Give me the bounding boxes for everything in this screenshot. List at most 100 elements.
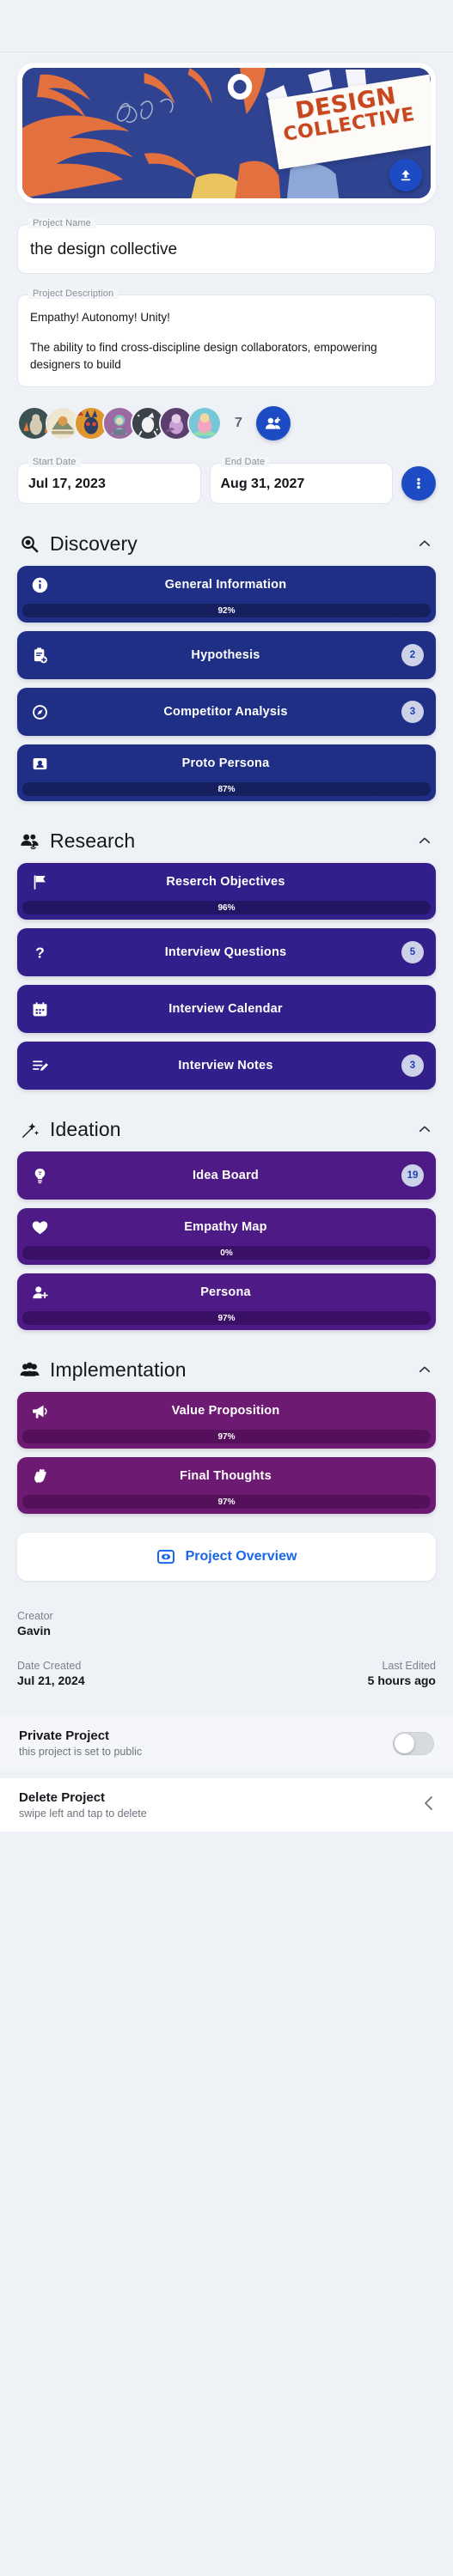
card-label: Idea Board	[193, 1169, 259, 1183]
chevron-up-icon[interactable]	[417, 833, 432, 848]
card-persona[interactable]: Persona 97%	[17, 1273, 436, 1331]
card-interview-calendar[interactable]: Interview Calendar	[17, 985, 436, 1034]
card-row: Idea Board 19	[17, 1157, 436, 1194]
card-label: Reserch Objectives	[166, 875, 285, 890]
card-progress: 92%	[22, 604, 431, 618]
chevron-left-icon[interactable]	[422, 1795, 434, 1815]
implementation-people-icon	[20, 1362, 39, 1376]
section-header-discovery[interactable]: Discovery	[0, 526, 453, 561]
card-label: Interview Questions	[164, 945, 287, 960]
upload-image-button[interactable]	[389, 159, 422, 191]
card-row: Interview Notes 3	[17, 1047, 436, 1084]
start-date-value[interactable]: Jul 17, 2023	[28, 477, 190, 492]
date-options-button[interactable]	[401, 466, 436, 501]
megaphone-icon	[29, 1400, 50, 1421]
add-member-button[interactable]	[255, 406, 291, 441]
chevron-up-icon[interactable]	[417, 1362, 432, 1377]
lightbulb-icon	[34, 1168, 45, 1184]
last-edited-label: Last Edited	[382, 1660, 436, 1673]
calendar-icon	[33, 1002, 46, 1017]
project-name-field[interactable]: Project Name the design collective	[17, 218, 436, 274]
card-row: Interview Calendar	[17, 990, 436, 1028]
section-cards-implementation: Value Proposition 97% Final Thoughts 97%	[0, 1392, 453, 1515]
calendar-icon	[29, 999, 50, 1019]
flag-icon	[29, 872, 50, 892]
card-label: Value Proposition	[171, 1404, 280, 1419]
discovery-search-icon	[19, 533, 40, 554]
eye-preview-icon	[156, 1547, 175, 1566]
section-header-research[interactable]: Research	[0, 823, 453, 858]
card-badge: 5	[401, 941, 424, 964]
private-project-row[interactable]: Private Project this project is set to p…	[0, 1716, 453, 1770]
project-banner-card[interactable]: DESIGN COLLECTIVE	[17, 63, 436, 204]
project-name-value[interactable]: the design collective	[30, 239, 423, 261]
card-label: Final Thoughts	[180, 1469, 272, 1484]
card-row: Hypothesis 2	[17, 636, 436, 674]
card-interview-questions[interactable]: ? Interview Questions 5	[17, 928, 436, 977]
section-cards-ideation: Idea Board 19 Empathy Map 0% Persona 97%	[0, 1151, 453, 1331]
card-progress: 97%	[22, 1311, 431, 1326]
card-label: Persona	[200, 1285, 251, 1300]
project-description-label: Project Description	[28, 288, 119, 299]
card-progress: 87%	[22, 782, 431, 797]
card-empathy-map[interactable]: Empathy Map 0%	[17, 1208, 436, 1266]
section-cards-discovery: General Information 92% Hypothesis 2 Competi…	[0, 566, 453, 802]
creator-label: Creator	[17, 1610, 53, 1623]
lightbulb-icon	[29, 1165, 50, 1186]
card-idea-board[interactable]: Idea Board 19	[17, 1151, 436, 1200]
card-label: Empathy Map	[184, 1220, 267, 1235]
implementation-people-icon	[19, 1359, 40, 1380]
private-project-toggle[interactable]	[393, 1731, 434, 1755]
section-title-ideation: Ideation	[50, 1117, 121, 1140]
card-progress: 97%	[22, 1495, 431, 1510]
card-progress-label: 97%	[217, 1497, 236, 1507]
card-label: General Information	[164, 578, 287, 592]
section-research: Research Reserch Objectives 96%? Interview …	[0, 823, 453, 1091]
delete-project-row[interactable]: Delete Project swipe left and tap to del…	[0, 1778, 453, 1832]
person-add-icon	[32, 1286, 48, 1299]
section-header-ideation[interactable]: Ideation	[0, 1112, 453, 1146]
card-row: Proto Persona	[17, 744, 436, 782]
hand-wave-icon	[34, 1468, 46, 1483]
section-title-research: Research	[50, 829, 136, 852]
chevron-up-icon[interactable]	[417, 1121, 432, 1137]
delete-project-band: Delete Project swipe left and tap to del…	[0, 1778, 453, 1832]
project-overview-button[interactable]: Project Overview	[17, 1533, 436, 1582]
info-icon	[29, 574, 50, 595]
date-created-value: Jul 21, 2024	[17, 1674, 85, 1688]
card-progress: 0%	[22, 1246, 431, 1261]
card-final-thoughts[interactable]: Final Thoughts 97%	[17, 1457, 436, 1515]
card-general-information[interactable]: General Information 92%	[17, 566, 436, 623]
notes-edit-icon	[29, 1055, 50, 1076]
card-hypothesis[interactable]: Hypothesis 2	[17, 631, 436, 680]
end-date-value[interactable]: Aug 31, 2027	[221, 477, 383, 492]
card-row: ? Interview Questions 5	[17, 933, 436, 971]
section-cards-research: Reserch Objectives 96%? Interview Question…	[0, 863, 453, 1091]
end-date-field[interactable]: End Date Aug 31, 2027	[209, 457, 393, 505]
chevron-up-icon[interactable]	[417, 536, 432, 551]
start-date-field[interactable]: Start Date Jul 17, 2023	[17, 457, 201, 505]
card-row: Value Proposition	[17, 1392, 436, 1430]
card-interview-notes[interactable]: Interview Notes 3	[17, 1042, 436, 1091]
card-competitor-analysis[interactable]: Competitor Analysis 3	[17, 688, 436, 737]
ideation-magic-icon	[19, 1119, 40, 1139]
project-overview-label: Project Overview	[185, 1549, 297, 1564]
card-label: Hypothesis	[191, 648, 260, 663]
card-reserch-objectives[interactable]: Reserch Objectives 96%	[17, 863, 436, 920]
project-banner-image[interactable]: DESIGN COLLECTIVE	[22, 68, 431, 198]
member-count: 7	[235, 416, 242, 431]
card-progress: 96%	[22, 901, 431, 915]
project-description-field[interactable]: Project Description Empathy! Autonomy! U…	[17, 288, 436, 388]
heart-icon	[29, 1217, 50, 1237]
section-header-implementation[interactable]: Implementation	[0, 1352, 453, 1387]
avatar[interactable]	[187, 406, 222, 441]
discovery-search-icon	[21, 536, 38, 553]
clipboard-add-icon	[29, 645, 50, 665]
start-date-label: Start Date	[28, 457, 81, 468]
bottom-spacer	[0, 1832, 453, 1935]
compass-icon	[32, 705, 47, 720]
card-proto-persona[interactable]: Proto Persona 87%	[17, 744, 436, 802]
section-implementation: Implementation Value Proposition 97% Final …	[0, 1352, 453, 1515]
card-value-proposition[interactable]: Value Proposition 97%	[17, 1392, 436, 1449]
question-mark-icon: ?	[35, 945, 45, 962]
